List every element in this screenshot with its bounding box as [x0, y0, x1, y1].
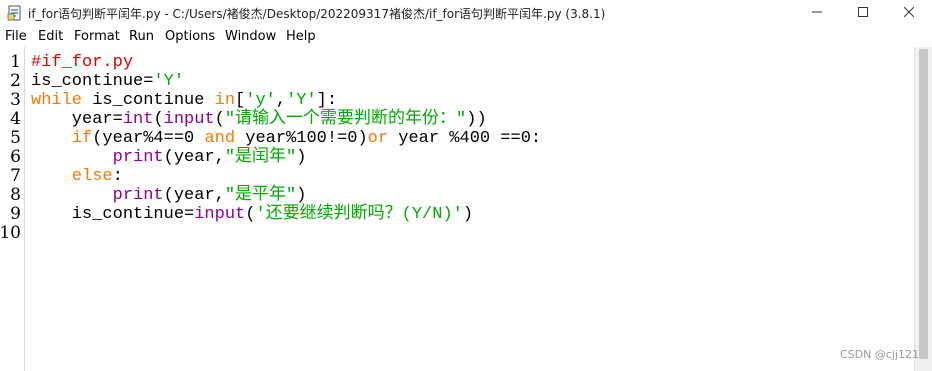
menu-window[interactable]: Window [225, 29, 276, 44]
code-token: ) [296, 148, 307, 167]
minimize-button[interactable] [794, 0, 840, 26]
line-number: 9 [10, 204, 21, 224]
line-number: 1 [10, 52, 21, 72]
code-token: ( [245, 205, 256, 224]
code-token: ]: [316, 91, 338, 110]
code-token: and [204, 129, 236, 148]
code-token: ( [214, 110, 225, 129]
code-token: int [122, 110, 154, 129]
line-number: 2 [10, 71, 21, 91]
window-title: if_for语句判断平闰年.py - C:/Users/褚俊杰/Desktop/… [28, 7, 606, 21]
watermark: CSDN @cjj121 [840, 348, 920, 361]
code-token: '还要继续判断吗？(Y/N)' [255, 205, 463, 224]
line-number: 3 [10, 90, 21, 110]
code-line[interactable]: while is_continue in['y','Y']: [31, 91, 337, 110]
code-token: 'Y' [286, 91, 317, 110]
line-number: 10 [0, 223, 21, 243]
code-token: "是闰年" [224, 148, 297, 167]
code-token: ) [462, 205, 474, 224]
menu-format[interactable]: Format [74, 29, 120, 44]
close-button[interactable] [886, 0, 932, 26]
minimize-icon [812, 6, 822, 21]
title-bar[interactable]: if_for语句判断平闰年.py - C:/Users/褚俊杰/Desktop/… [0, 0, 932, 26]
code-token: 'Y' [153, 72, 185, 91]
code-token: : [112, 167, 123, 186]
line-number-gutter: 1 2 3 4 5 6 7 8 9 10 [0, 47, 25, 371]
code-token: "请输入一个需要判断的年份：" [224, 110, 467, 129]
code-token: print [112, 186, 164, 205]
code-token: year= [31, 110, 123, 129]
vertical-scrollbar[interactable] [914, 47, 932, 371]
code-token: or [367, 129, 389, 148]
code-line[interactable]: else: [31, 167, 123, 186]
code-token: (year, [163, 186, 225, 205]
maximize-button[interactable] [840, 0, 886, 26]
menu-options[interactable]: Options [165, 29, 215, 44]
code-token: else [71, 167, 113, 186]
code-token: input [194, 205, 246, 224]
code-token: input [163, 110, 215, 129]
code-line[interactable]: #if_for.py [31, 53, 133, 72]
code-line[interactable]: print(year,"是闰年") [31, 148, 307, 167]
code-token: #if_for.py [31, 53, 134, 72]
menu-edit[interactable]: Edit [38, 29, 63, 44]
menu-file[interactable]: File [5, 29, 27, 44]
line-number: 5 [10, 128, 21, 148]
code-token: [ [235, 91, 246, 110]
scrollbar-thumb[interactable] [919, 49, 928, 359]
code-token: "是平年" [224, 186, 297, 205]
code-token: is_continue= [31, 72, 154, 91]
code-token: while [31, 91, 83, 110]
code-token: ( [153, 110, 164, 129]
code-token: )) [466, 110, 487, 129]
code-token: is_continue [82, 91, 215, 110]
code-line[interactable]: year=int(input("请输入一个需要判断的年份：")) [31, 110, 487, 129]
menu-bar: File Edit Format Run Options Window Help [0, 27, 932, 47]
line-number: 8 [10, 185, 21, 205]
code-token: (year%4==0 [92, 129, 205, 148]
code-line[interactable]: is_continue='Y' [31, 72, 184, 91]
code-line[interactable]: is_continue=input('还要继续判断吗？(Y/N)') [31, 205, 473, 224]
line-number: 6 [10, 147, 21, 167]
menu-help[interactable]: Help [286, 29, 316, 44]
code-token: , [275, 91, 287, 110]
code-token: 'y' [245, 91, 276, 110]
code-token: year%100!=0) [235, 129, 368, 148]
code-token: is_continue= [31, 205, 195, 224]
maximize-icon [858, 6, 868, 21]
python-file-icon [7, 5, 23, 21]
code-token: year %400 ==0: [388, 129, 542, 148]
code-editor[interactable]: 1 2 3 4 5 6 7 8 9 10 #if_for.py is_continue='Y' whi… [0, 47, 932, 371]
line-number: 4 [10, 109, 21, 129]
code-token: ) [296, 186, 307, 205]
code-token: (year, [163, 148, 225, 167]
line-number: 7 [10, 166, 21, 186]
close-icon [903, 6, 915, 21]
code-token: if [71, 129, 93, 148]
code-line[interactable]: print(year,"是平年") [31, 186, 307, 205]
menu-run[interactable]: Run [129, 29, 154, 44]
code-line[interactable]: if(year%4==0 and year%100!=0)or year %40… [31, 129, 541, 148]
code-token: print [112, 148, 164, 167]
code-token: in [214, 91, 236, 110]
